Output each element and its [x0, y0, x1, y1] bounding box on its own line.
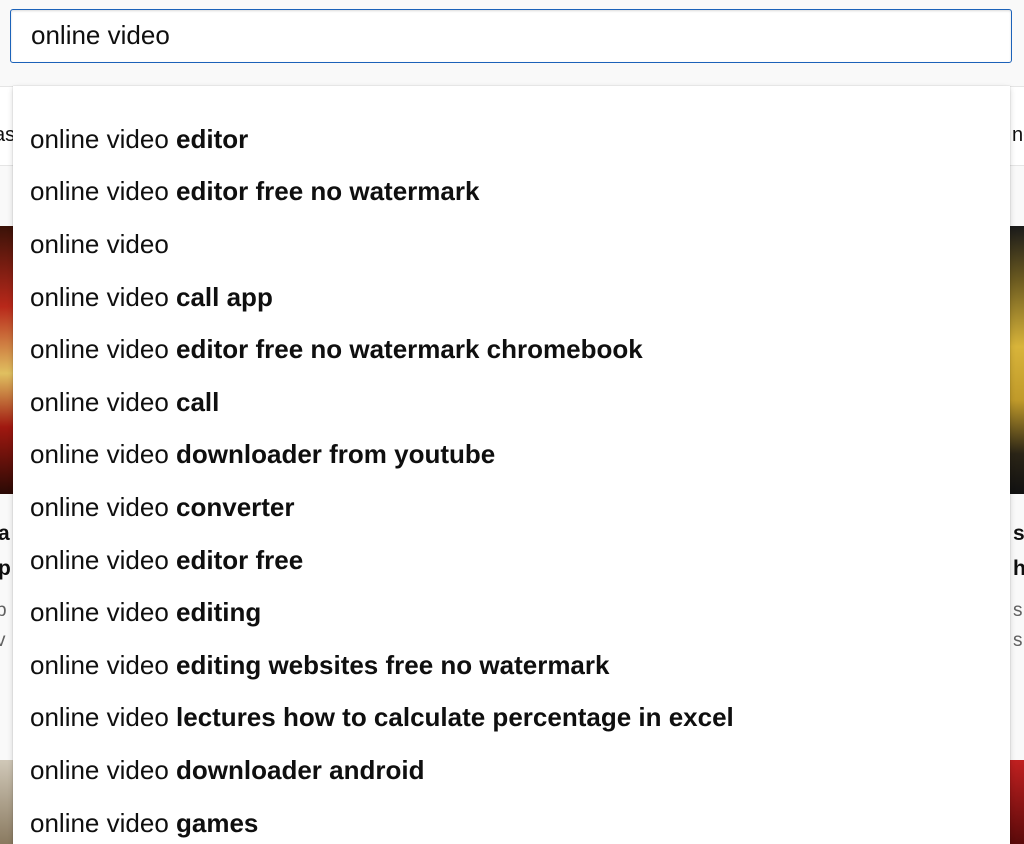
video-meta-fragment-right-1: s [1013, 600, 1023, 621]
suggestion-typed-text: online video [30, 702, 169, 733]
video-thumbnail-right[interactable] [1010, 226, 1024, 494]
suggestion-completion-text: converter [168, 491, 295, 522]
suggestion-completion-text: downloader from youtube [168, 439, 496, 470]
video-meta-fragment-left-1: p [0, 600, 7, 621]
video-title-fragment-left-1[interactable]: a [0, 522, 10, 546]
search-suggestion-item[interactable]: online video editor free [13, 534, 1010, 587]
video-thumbnail-left-lower[interactable] [0, 760, 14, 844]
suggestion-completion-text: editor free [168, 544, 304, 575]
suggestion-typed-text: online video [30, 754, 169, 785]
suggestion-typed-text: online video [30, 807, 169, 838]
page: as ng a p p v s h s s online video edito… [0, 0, 1024, 844]
video-thumbnail-left[interactable] [0, 226, 14, 494]
filter-chip-fragment-right[interactable]: ng [1012, 124, 1024, 147]
search-box[interactable] [10, 9, 1012, 63]
video-meta-fragment-right-2: s [1013, 630, 1023, 651]
search-suggestion-item[interactable]: online video editor [13, 113, 1010, 166]
search-suggestion-item[interactable]: online video downloader from youtube [13, 429, 1010, 482]
suggestion-completion-text: call [168, 386, 220, 417]
video-meta-fragment-left-2: v [0, 630, 6, 651]
suggestion-completion-text: editor free no watermark chromebook [168, 334, 643, 365]
search-suggestion-item[interactable]: online video call [13, 376, 1010, 429]
suggestion-typed-text: online video [30, 491, 169, 522]
suggestion-typed-text: online video [30, 123, 169, 154]
suggestion-completion-text: editor [168, 123, 249, 154]
search-suggestion-item[interactable]: online video call app [13, 271, 1010, 324]
search-suggestion-item[interactable]: online video editing websites free no wa… [13, 639, 1010, 692]
suggestion-typed-text: online video [30, 228, 169, 259]
search-suggestion-item[interactable]: online video lectures how to calculate p… [13, 692, 1010, 745]
video-title-fragment-right-1[interactable]: s [1013, 522, 1024, 546]
suggestion-completion-text: downloader android [168, 754, 425, 785]
suggestion-completion-text: games [168, 807, 259, 838]
search-suggestion-item[interactable]: online video converter [13, 481, 1010, 534]
search-suggestions-dropdown: online video editor online video editor f… [13, 86, 1010, 844]
suggestion-typed-text: online video [30, 439, 169, 470]
suggestion-typed-text: online video [30, 544, 169, 575]
suggestion-completion-text: editing [168, 597, 262, 628]
search-suggestion-item[interactable]: online video editor free no watermark ch… [13, 323, 1010, 376]
suggestion-typed-text: online video [30, 281, 169, 312]
suggestion-typed-text: online video [30, 597, 169, 628]
suggestion-completion-text: editing websites free no watermark [168, 649, 610, 680]
search-input[interactable] [31, 10, 991, 61]
suggestion-typed-text: online video [30, 649, 169, 680]
search-suggestion-item[interactable]: online video downloader android [13, 744, 1010, 797]
suggestion-typed-text: online video [30, 386, 169, 417]
suggestion-completion-text: lectures how to calculate percentage in … [168, 702, 734, 733]
suggestion-list: online video editor online video editor f… [13, 86, 1010, 844]
suggestion-typed-text: online video [30, 334, 169, 365]
video-thumbnail-right-lower[interactable] [1010, 760, 1024, 844]
suggestion-completion-text: editor free no watermark [168, 176, 480, 207]
search-suggestion-item[interactable]: online video editing [13, 586, 1010, 639]
search-suggestion-item[interactable]: online video games [13, 797, 1010, 844]
search-suggestion-item[interactable]: online video editor free no watermark [13, 166, 1010, 219]
suggestion-completion-text: call app [168, 281, 273, 312]
video-title-fragment-left-2[interactable]: p [0, 557, 11, 581]
suggestion-typed-text: online video [30, 176, 169, 207]
video-title-fragment-right-2[interactable]: h [1013, 557, 1024, 581]
search-suggestion-item[interactable]: online video [13, 218, 1010, 271]
